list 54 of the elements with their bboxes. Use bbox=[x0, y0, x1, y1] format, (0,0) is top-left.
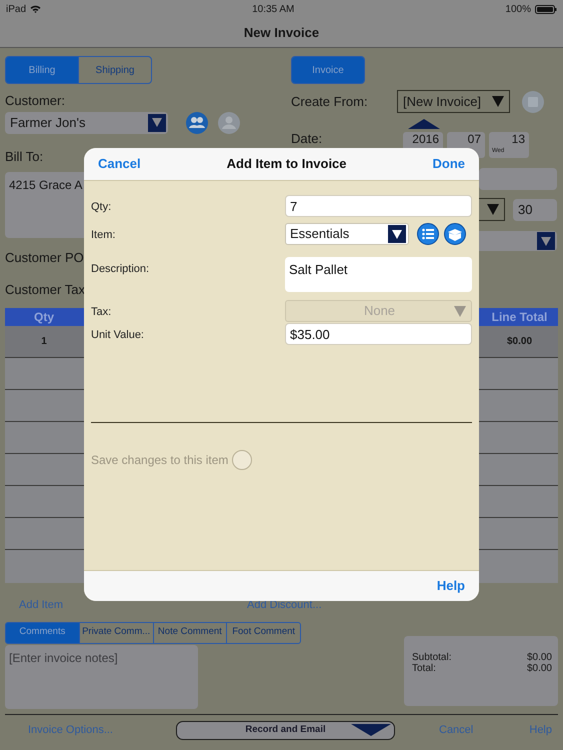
wifi-icon bbox=[30, 5, 42, 13]
record-email-button[interactable]: Record and Email bbox=[176, 721, 395, 740]
total-label: Total: bbox=[412, 663, 436, 674]
person-icon bbox=[218, 112, 240, 134]
day-value: 13 bbox=[512, 132, 525, 146]
text-field[interactable]: $35.00 bbox=[285, 323, 472, 345]
column-header: Line Total bbox=[490, 309, 548, 326]
column-header: Qty bbox=[32, 309, 55, 326]
address-tab[interactable]: Billing bbox=[6, 57, 78, 83]
battery-icon bbox=[534, 4, 557, 14]
cancel-button[interactable]: Cancel bbox=[98, 154, 141, 174]
field-label: Customer Tax bbox=[5, 280, 85, 298]
field-label: Create From: bbox=[291, 92, 369, 111]
table-cell-text: $0.00 bbox=[506, 335, 534, 349]
field-label: Item: bbox=[91, 228, 116, 243]
comment-tab[interactable]: Comments bbox=[6, 622, 79, 642]
status-time: 10:35 AM bbox=[252, 2, 294, 16]
terms-field[interactable]: 30 bbox=[513, 198, 557, 220]
text-field[interactable] bbox=[479, 168, 557, 190]
text-field[interactable]: 7 bbox=[285, 195, 472, 217]
comment-tab[interactable]: Note Comment bbox=[152, 622, 226, 642]
field-label: Date: bbox=[291, 132, 324, 146]
address-tab[interactable]: Shipping bbox=[78, 57, 151, 83]
device-name: iPad bbox=[6, 2, 26, 16]
up-arrow-icon[interactable] bbox=[408, 119, 440, 129]
dropdown-field: None bbox=[285, 300, 472, 322]
field-label: Customer: bbox=[5, 92, 65, 110]
document-tab[interactable]: Invoice bbox=[292, 57, 364, 83]
total-value: $0.00 bbox=[526, 652, 552, 663]
dropdown-arrow-icon bbox=[454, 306, 466, 317]
people-icon[interactable] bbox=[186, 112, 208, 134]
field-label: Qty: bbox=[91, 200, 112, 215]
table-cell-text: 1 bbox=[40, 335, 48, 349]
total-label: Subtotal: bbox=[412, 652, 452, 663]
field-label: Customer PO bbox=[5, 249, 84, 267]
total-value: $0.00 bbox=[526, 663, 552, 674]
comment-tab[interactable]: Foot Comment bbox=[226, 622, 300, 642]
list-icon[interactable] bbox=[417, 223, 439, 245]
customer-dropdown[interactable]: Farmer Jon's bbox=[5, 112, 168, 134]
dialog-title: Add Item to Invoice bbox=[226, 155, 347, 174]
toggle-label: Save changes to this item bbox=[91, 452, 228, 469]
screen-title: New Invoice bbox=[244, 24, 320, 42]
field-label: Unit Value: bbox=[91, 328, 145, 343]
comment-tab[interactable]: Private Comm... bbox=[78, 622, 152, 642]
dropdown-field[interactable]: Essentials bbox=[285, 223, 409, 245]
box-icon[interactable] bbox=[444, 223, 466, 245]
notes-field[interactable]: [Enter invoice notes] bbox=[5, 644, 198, 708]
description-field[interactable]: Salt Pallet bbox=[285, 257, 472, 292]
field-label: Tax: bbox=[91, 305, 112, 320]
battery-percent: 100% bbox=[505, 2, 531, 16]
field-label: Description: bbox=[91, 262, 150, 277]
create-from-dropdown[interactable]: [New Invoice] bbox=[397, 90, 510, 113]
field-label: Bill To: bbox=[5, 148, 44, 166]
help-button[interactable]: Help bbox=[436, 576, 465, 596]
